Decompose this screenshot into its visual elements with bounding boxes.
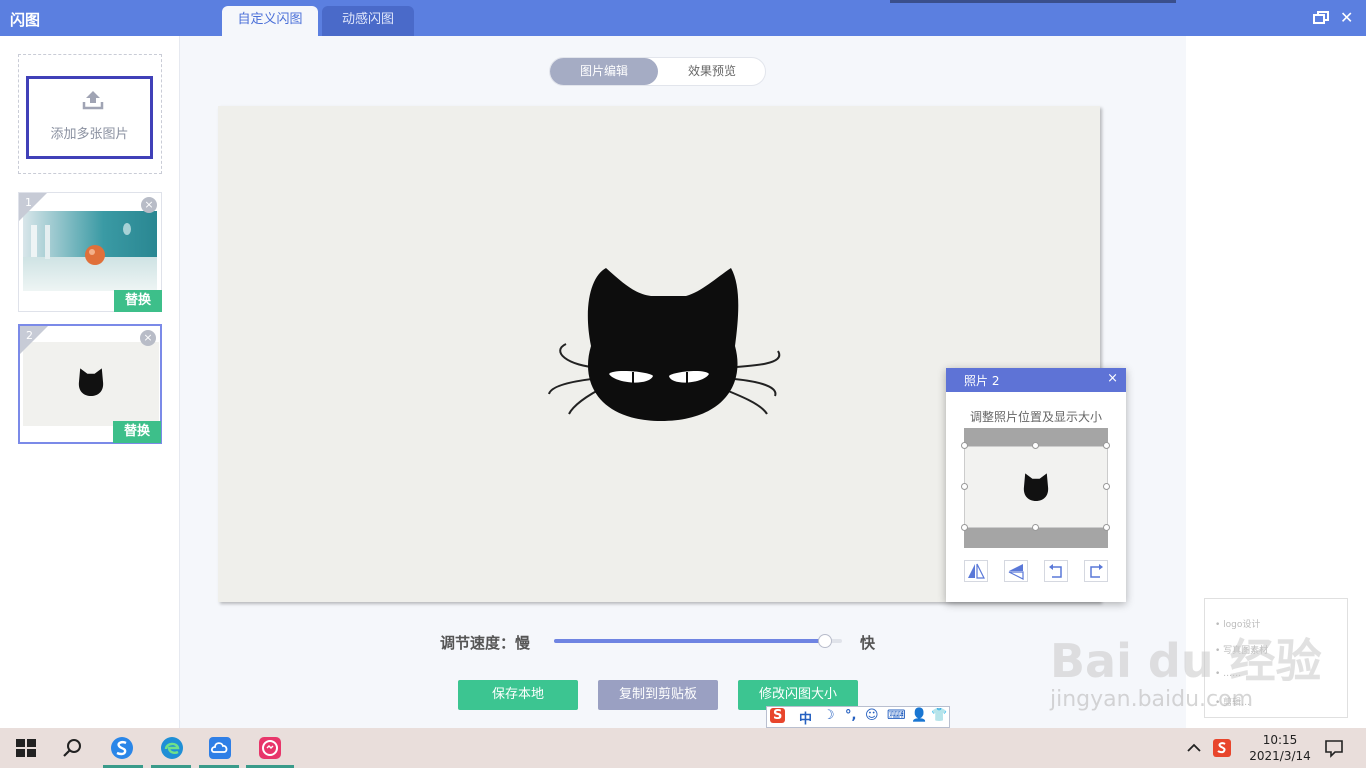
punctuation-icon[interactable]: °, bbox=[845, 708, 856, 723]
baidu-jingyan-watermark: Bai du 经验 jingyan.baidu.com bbox=[1050, 634, 1322, 712]
notification-icon[interactable] bbox=[1322, 736, 1346, 760]
restore-window-icon[interactable] bbox=[1313, 11, 1329, 24]
title-bar: 闪图 自定义闪图 动感闪图 ✕ bbox=[0, 0, 1366, 36]
user-icon[interactable]: 👤 bbox=[911, 708, 927, 723]
taskbar-clock[interactable]: 10:15 2021/3/14 bbox=[1240, 732, 1320, 764]
photo-panel-hint: 调整照片位置及显示大小 bbox=[969, 410, 1102, 424]
chinese-mode-icon[interactable]: 中 bbox=[799, 708, 812, 727]
remove-image-icon[interactable]: × bbox=[141, 197, 157, 213]
title-bar-strip bbox=[890, 0, 1176, 3]
keyboard-icon[interactable]: ⌨ bbox=[887, 708, 906, 723]
resize-handle[interactable] bbox=[961, 524, 968, 531]
windows-start-icon[interactable] bbox=[14, 736, 38, 760]
resize-handle[interactable] bbox=[1103, 524, 1110, 531]
taskbar: 10:15 2021/3/14 bbox=[0, 728, 1366, 768]
clock-time: 10:15 bbox=[1262, 733, 1298, 747]
app-title: 闪图 bbox=[10, 11, 41, 29]
ime-toolbar: S 中 ☽ °, ☺ ⌨ 👤 👕 bbox=[766, 706, 950, 728]
photo-panel-title: 照片 2 bbox=[964, 374, 1000, 388]
flip-vertical-icon[interactable] bbox=[1004, 560, 1028, 582]
cat-photo-thumbnail bbox=[23, 342, 159, 426]
resize-handle[interactable] bbox=[961, 483, 968, 490]
resize-handle[interactable] bbox=[961, 442, 968, 449]
view-toggle: 图片编辑 效果预览 bbox=[549, 57, 766, 86]
speed-slider-knob[interactable] bbox=[817, 634, 832, 648]
moon-icon[interactable]: ☽ bbox=[823, 708, 835, 723]
add-images-label: 添加多张图片 bbox=[50, 127, 129, 142]
upload-icon bbox=[82, 91, 104, 110]
speed-fast-label: 快 bbox=[860, 634, 876, 652]
speed-slider[interactable] bbox=[554, 634, 842, 648]
sogou-browser-icon[interactable] bbox=[110, 736, 134, 760]
thumbnail-number: 1 bbox=[25, 196, 32, 209]
close-window-icon[interactable]: ✕ bbox=[1340, 9, 1353, 27]
rotate-right-icon[interactable] bbox=[1084, 560, 1108, 582]
add-images-button[interactable]: 添加多张图片 bbox=[26, 76, 153, 159]
image-edit-toggle[interactable]: 图片编辑 bbox=[550, 58, 658, 85]
replace-image-button[interactable]: 替换 bbox=[113, 421, 161, 443]
resize-handle[interactable] bbox=[1032, 442, 1039, 449]
speed-label: 调节速度：慢 bbox=[440, 634, 531, 652]
image-thumbnail-1[interactable]: 1 × 替换 bbox=[18, 192, 162, 312]
tab-custom-gif[interactable]: 自定义闪图 bbox=[222, 6, 318, 36]
edge-browser-icon[interactable] bbox=[160, 736, 184, 760]
speed-slider-fill bbox=[554, 639, 825, 643]
copy-to-clipboard-button[interactable]: 复制到剪贴板 bbox=[598, 680, 718, 710]
thumbnail-number: 2 bbox=[26, 329, 33, 342]
effect-preview-toggle[interactable]: 效果预览 bbox=[658, 58, 766, 85]
resize-handle[interactable] bbox=[1032, 524, 1039, 531]
skin-icon[interactable]: 👕 bbox=[931, 708, 947, 723]
image-thumbnail-2[interactable]: 2 × 替换 bbox=[18, 324, 162, 444]
resize-handle[interactable] bbox=[1103, 483, 1110, 490]
resize-handle[interactable] bbox=[1103, 442, 1110, 449]
rotate-left-icon[interactable] bbox=[1044, 560, 1068, 582]
replace-image-button[interactable]: 替换 bbox=[114, 290, 162, 312]
save-local-button[interactable]: 保存本地 bbox=[458, 680, 578, 710]
photo-adjust-panel: 照片 2 × 调整照片位置及显示大小 bbox=[946, 368, 1126, 602]
sogou-icon[interactable]: S bbox=[770, 708, 786, 723]
photo-crop-frame[interactable] bbox=[964, 446, 1108, 528]
apple-photo-thumbnail bbox=[23, 211, 157, 291]
chevron-up-icon[interactable] bbox=[1182, 736, 1206, 760]
clock-date: 2021/3/14 bbox=[1249, 749, 1311, 763]
cloud-drive-icon[interactable] bbox=[208, 736, 232, 760]
cat-preview-image bbox=[1023, 473, 1049, 501]
flip-horizontal-icon[interactable] bbox=[964, 560, 988, 582]
tab-dynamic-gif[interactable]: 动感闪图 bbox=[322, 6, 414, 36]
sogou-tray-icon[interactable] bbox=[1210, 736, 1234, 760]
photo-panel-header: 照片 2 × bbox=[946, 368, 1126, 392]
flash-gif-app-icon[interactable] bbox=[258, 736, 282, 760]
close-icon[interactable]: × bbox=[1107, 371, 1118, 386]
remove-image-icon[interactable]: × bbox=[140, 330, 156, 346]
emoji-icon[interactable]: ☺ bbox=[865, 708, 879, 723]
photo-position-preview[interactable] bbox=[961, 428, 1110, 548]
search-icon[interactable] bbox=[60, 736, 84, 760]
